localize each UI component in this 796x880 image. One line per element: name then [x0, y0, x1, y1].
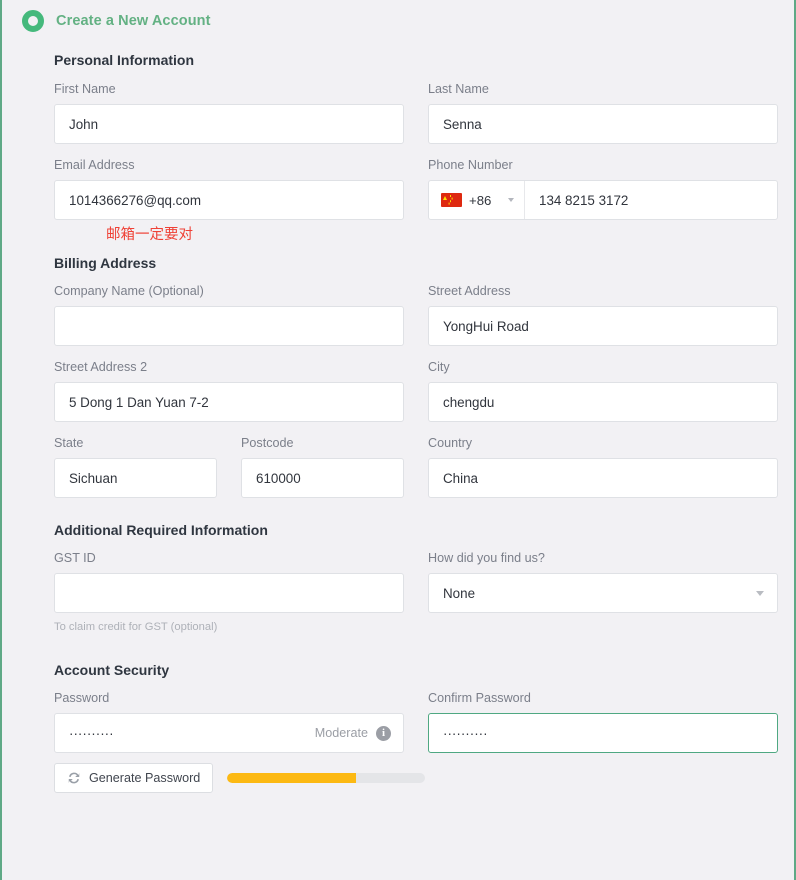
street-address-input[interactable] — [428, 306, 778, 346]
phone-label: Phone Number — [428, 158, 513, 172]
row-gst-findus: GST ID To claim credit for GST (optional… — [54, 551, 778, 634]
section-title-security: Account Security — [54, 662, 170, 678]
password-input-wrap: Moderate i — [54, 713, 404, 753]
section-title-additional: Additional Required Information — [54, 522, 268, 538]
row-email-phone: Email Address Phone Number +86 — [54, 158, 778, 220]
field-group-city: City — [428, 360, 778, 436]
field-group-country: Country — [428, 436, 778, 512]
country-label: Country — [428, 436, 473, 450]
field-group-street2: Street Address 2 — [54, 360, 404, 436]
field-group-last-name: Last Name — [428, 82, 778, 158]
state-input[interactable] — [54, 458, 217, 498]
info-icon[interactable]: i — [376, 725, 391, 741]
postcode-label: Postcode — [241, 436, 294, 450]
email-annotation: 邮箱一定要对 — [106, 227, 193, 243]
country-code-select[interactable]: +86 — [429, 181, 525, 219]
ring-icon — [22, 10, 44, 32]
phone-input-group: +86 — [428, 180, 778, 220]
row-company-street: Company Name (Optional) Street Address — [54, 284, 778, 360]
street-address-2-input[interactable] — [54, 382, 404, 422]
refresh-icon — [68, 772, 80, 784]
city-label: City — [428, 360, 450, 374]
password-label: Password — [54, 691, 110, 705]
generate-password-button[interactable]: Generate Password — [54, 763, 214, 793]
company-name-input[interactable] — [54, 306, 404, 346]
confirm-password-label: Confirm Password — [428, 691, 531, 705]
confirm-password-input[interactable] — [428, 713, 778, 753]
generate-password-label: Generate Password — [89, 771, 201, 785]
section-title-personal: Personal Information — [54, 52, 195, 68]
how-did-you-find-us-select[interactable] — [428, 573, 778, 613]
generate-password-row: Generate Password — [54, 763, 426, 793]
field-group-password: Password Moderate i — [54, 691, 426, 793]
field-group-find-us: How did you find us? — [428, 551, 778, 634]
row-names: First Name Last Name — [54, 82, 778, 158]
first-name-label: First Name — [54, 82, 116, 96]
page-title: Create a New Account — [56, 13, 211, 29]
flag-cn-icon — [441, 193, 462, 207]
state-label: State — [54, 436, 84, 450]
field-group-confirm-password: Confirm Password — [428, 691, 778, 793]
row-street2-city: Street Address 2 City — [54, 360, 778, 436]
last-name-label: Last Name — [428, 82, 489, 96]
country-input[interactable] — [428, 458, 778, 498]
city-input[interactable] — [428, 382, 778, 422]
postcode-input[interactable] — [241, 458, 404, 498]
section-title-billing: Billing Address — [54, 255, 157, 271]
first-name-input[interactable] — [54, 104, 404, 144]
street-address-label: Street Address — [428, 284, 511, 298]
field-group-phone: Phone Number +86 — [428, 158, 778, 220]
dial-code-value: +86 — [469, 192, 492, 208]
field-group-state: State — [54, 436, 217, 512]
password-input[interactable] — [54, 713, 404, 753]
field-group-state-postcode: State Postcode — [54, 436, 404, 512]
row-passwords: Password Moderate i — [54, 691, 778, 793]
gst-id-input[interactable] — [54, 573, 404, 613]
chevron-down-icon — [508, 198, 514, 202]
page-header: Create a New Account — [2, 0, 794, 36]
field-group-email: Email Address — [54, 158, 404, 220]
create-account-page: Create a New Account Personal Informatio… — [0, 0, 796, 880]
how-did-you-find-us-select-wrap — [428, 573, 778, 613]
email-label: Email Address — [54, 158, 135, 172]
row-state-postcode-country: State Postcode Country — [54, 436, 778, 512]
last-name-input[interactable] — [428, 104, 778, 144]
street-address-2-label: Street Address 2 — [54, 360, 148, 374]
gst-id-helper-text: To claim credit for GST (optional) — [54, 621, 218, 633]
field-group-company: Company Name (Optional) — [54, 284, 404, 360]
password-strength-bar-fill — [227, 773, 356, 783]
password-strength-bar-track — [227, 773, 426, 783]
account-form: Personal Information First Name Last Nam… — [2, 36, 794, 793]
field-group-gst-id: GST ID To claim credit for GST (optional… — [54, 551, 404, 634]
email-input[interactable] — [54, 180, 404, 220]
field-group-first-name: First Name — [54, 82, 404, 158]
phone-number-input[interactable] — [525, 181, 777, 219]
field-group-street1: Street Address — [428, 284, 778, 360]
gst-id-label: GST ID — [54, 551, 96, 565]
how-did-you-find-us-label: How did you find us? — [428, 551, 545, 565]
company-name-label: Company Name (Optional) — [54, 284, 204, 298]
field-group-postcode: Postcode — [241, 436, 404, 512]
